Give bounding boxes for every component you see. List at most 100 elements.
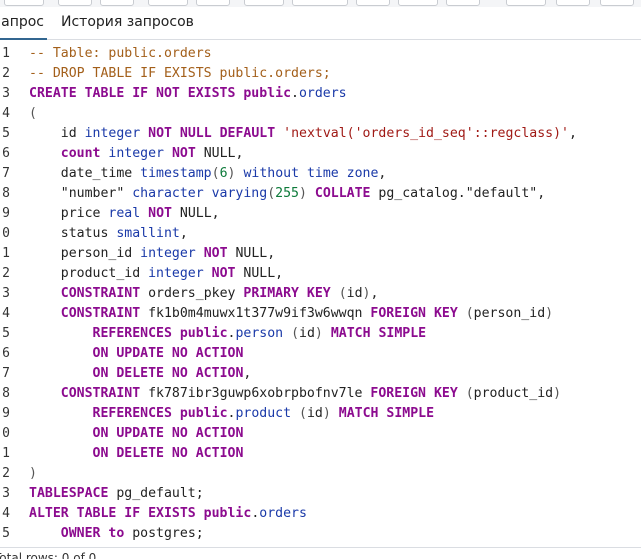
- code-token: postgres;: [124, 526, 204, 541]
- code-token: ): [314, 326, 323, 341]
- code-token: PRIMARY KEY: [243, 286, 331, 301]
- toolbar-button[interactable]: [292, 0, 348, 6]
- toolbar-button[interactable]: [244, 0, 284, 6]
- code-line: "number" character varying(255) COLLATE …: [29, 184, 545, 204]
- toolbar-button[interactable]: [556, 0, 590, 6]
- toolbar-button[interactable]: [446, 0, 480, 6]
- code-line: person_id integer NOT NULL,: [29, 244, 275, 264]
- tab-query-history[interactable]: История запросов: [61, 7, 194, 39]
- toolbar: [0, 0, 641, 7]
- status-row-count: Total rows: 0 of 0: [0, 551, 97, 559]
- code-token: OWNER to: [60, 526, 125, 541]
- sql-editor[interactable]: 1 2 3 4 5 6 7 8 9 0 1 2 3 4 5 6 7 8 9 0 1 2 3 4 5 -- Table: publ…: [0, 41, 641, 547]
- code-line: ON UPDATE NO ACTION: [29, 344, 244, 364]
- code-token: 'nextval('orders_id_seq'::regclass)': [283, 126, 569, 141]
- toolbar-button[interactable]: [398, 0, 438, 6]
- code-line: -- DROP TABLE IF EXISTS public.orders;: [29, 64, 331, 84]
- code-token: ): [322, 406, 331, 421]
- code-token: REFERENCES public: [92, 326, 228, 341]
- code-line: (: [29, 104, 37, 124]
- tab-query[interactable]: апрос: [0, 7, 47, 40]
- line-number: 4: [2, 506, 10, 521]
- code-token: NULL,: [171, 206, 220, 221]
- code-token: integer: [108, 146, 164, 161]
- toolbar-button[interactable]: [196, 0, 230, 6]
- code-token: count: [60, 146, 101, 161]
- code-line: status smallint,: [29, 224, 188, 244]
- line-number: 9: [2, 206, 10, 221]
- code-token: NOT NULL DEFAULT: [148, 126, 276, 141]
- code-line: CREATE TABLE IF NOT EXISTS public.orders: [29, 84, 347, 104]
- line-number: 7: [2, 366, 10, 381]
- code-token: ON DELETE NO ACTION: [92, 366, 244, 381]
- editor-tabs: апрос История запросов: [0, 7, 641, 40]
- code-line: price real NOT NULL,: [29, 204, 220, 224]
- line-number: 0: [2, 226, 10, 241]
- code-token: pg_default;: [108, 486, 204, 501]
- tab-query-history-label: История запросов: [61, 14, 194, 30]
- toolbar-button[interactable]: [356, 0, 390, 6]
- code-token: FOREIGN KEY: [370, 386, 458, 401]
- code-line: ON UPDATE NO ACTION: [29, 424, 244, 444]
- code-line: REFERENCES public.product (id) MATCH SIM…: [29, 404, 435, 424]
- toolbar-button[interactable]: [4, 0, 44, 6]
- code-token: ): [29, 466, 37, 481]
- code-line: product_id integer NOT NULL,: [29, 264, 283, 284]
- code-token: ON UPDATE NO ACTION: [92, 346, 244, 361]
- line-number: 7: [2, 166, 10, 181]
- line-number: 9: [2, 406, 10, 421]
- code-token: NULL,: [227, 246, 276, 261]
- line-number: 8: [2, 386, 10, 401]
- code-token: smallint: [116, 226, 180, 241]
- line-number: 4: [2, 306, 10, 321]
- code-line: ON DELETE NO ACTION,: [29, 364, 252, 384]
- code-token: ,: [378, 166, 387, 181]
- code-token: MATCH SIMPLE: [338, 406, 435, 421]
- code-token: TABLESPACE: [29, 486, 109, 501]
- code-token: fk1b0m4muwx1t377w9if3w6wwqn: [140, 306, 371, 321]
- line-number: 0: [2, 426, 10, 441]
- code-token: .: [291, 86, 299, 101]
- code-token: ALTER TABLE IF EXISTS public: [29, 506, 252, 521]
- toolbar-button[interactable]: [58, 0, 92, 6]
- code-token: (: [465, 306, 474, 321]
- code-token: ): [298, 186, 307, 201]
- code-token: person_id: [473, 306, 546, 321]
- code-token: (: [299, 406, 307, 421]
- code-token: NOT: [171, 146, 196, 161]
- code-token: (: [291, 326, 300, 341]
- code-token: pg_catalog."default",: [370, 186, 546, 201]
- code-line: count integer NOT NULL,: [29, 144, 244, 164]
- code-token: ): [553, 386, 562, 401]
- line-number: 2: [2, 266, 10, 281]
- code-token: ): [545, 306, 554, 321]
- code-token: orders_pkey: [140, 286, 244, 301]
- code-token: NOT: [148, 206, 172, 221]
- toolbar-button[interactable]: [600, 0, 634, 6]
- line-number: 1: [2, 246, 10, 261]
- code-token: product_id: [29, 266, 149, 281]
- toolbar-button[interactable]: [148, 0, 188, 6]
- code-token: ,: [370, 286, 379, 301]
- code-token: id: [60, 126, 77, 141]
- code-token: date_time: [29, 166, 141, 181]
- code-token: CONSTRAINT: [60, 306, 141, 321]
- toolbar-button[interactable]: [100, 0, 134, 6]
- line-number: 6: [2, 346, 10, 361]
- code-token: 6: [219, 166, 228, 181]
- code-token: price: [29, 206, 109, 221]
- toolbar-button[interactable]: [506, 0, 546, 6]
